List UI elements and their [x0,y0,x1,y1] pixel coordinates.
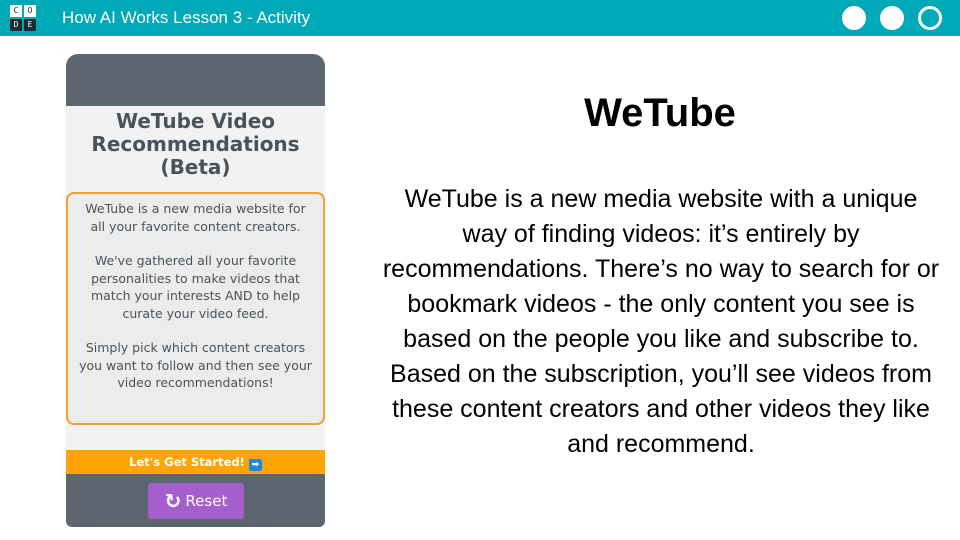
panel-bottom-bar: ↻ Reset [66,474,325,527]
progress-dot-current[interactable] [918,6,942,30]
app-title-line: (Beta) [160,155,231,179]
lesson-title: How AI Works Lesson 3 - Activity [62,8,311,27]
get-started-label: Let's Get Started! [129,455,245,469]
app-title-line: Recommendations [91,132,300,156]
arrow-right-icon: ➡ [248,459,262,471]
reset-button[interactable]: ↻ Reset [148,483,244,519]
app-title: WeTube Video Recommendations (Beta) [66,110,325,179]
description-paragraph: WeTube is a new media website for all yo… [85,201,306,234]
slide-title: WeTube [584,91,736,135]
refresh-icon: ↻ [164,489,182,513]
app-title-line: WeTube Video [115,109,276,133]
get-started-button[interactable]: Let's Get Started! ➡ [66,450,325,474]
panel-top-bar [66,54,325,106]
logo-letter: D [10,19,22,31]
code-logo: C O D E [10,5,36,31]
logo-letter: O [24,5,36,17]
description-box: WeTube is a new media website for all yo… [66,192,325,425]
logo-letter: E [24,19,36,31]
reset-label: Reset [185,492,228,510]
logo-letter: C [10,5,22,17]
progress-dot-complete[interactable] [842,6,866,30]
app-preview-panel: WeTube Video Recommendations (Beta) WeTu… [66,54,325,527]
header-bar: C O D E How AI Works Lesson 3 - Activity [0,0,960,36]
progress-dot-complete[interactable] [880,6,904,30]
description-paragraph: Simply pick which content creators you w… [79,340,312,390]
slide-body-text: WeTube is a new media website with a uni… [382,185,940,458]
description-paragraph: We've gathered all your favorite persona… [90,253,301,321]
